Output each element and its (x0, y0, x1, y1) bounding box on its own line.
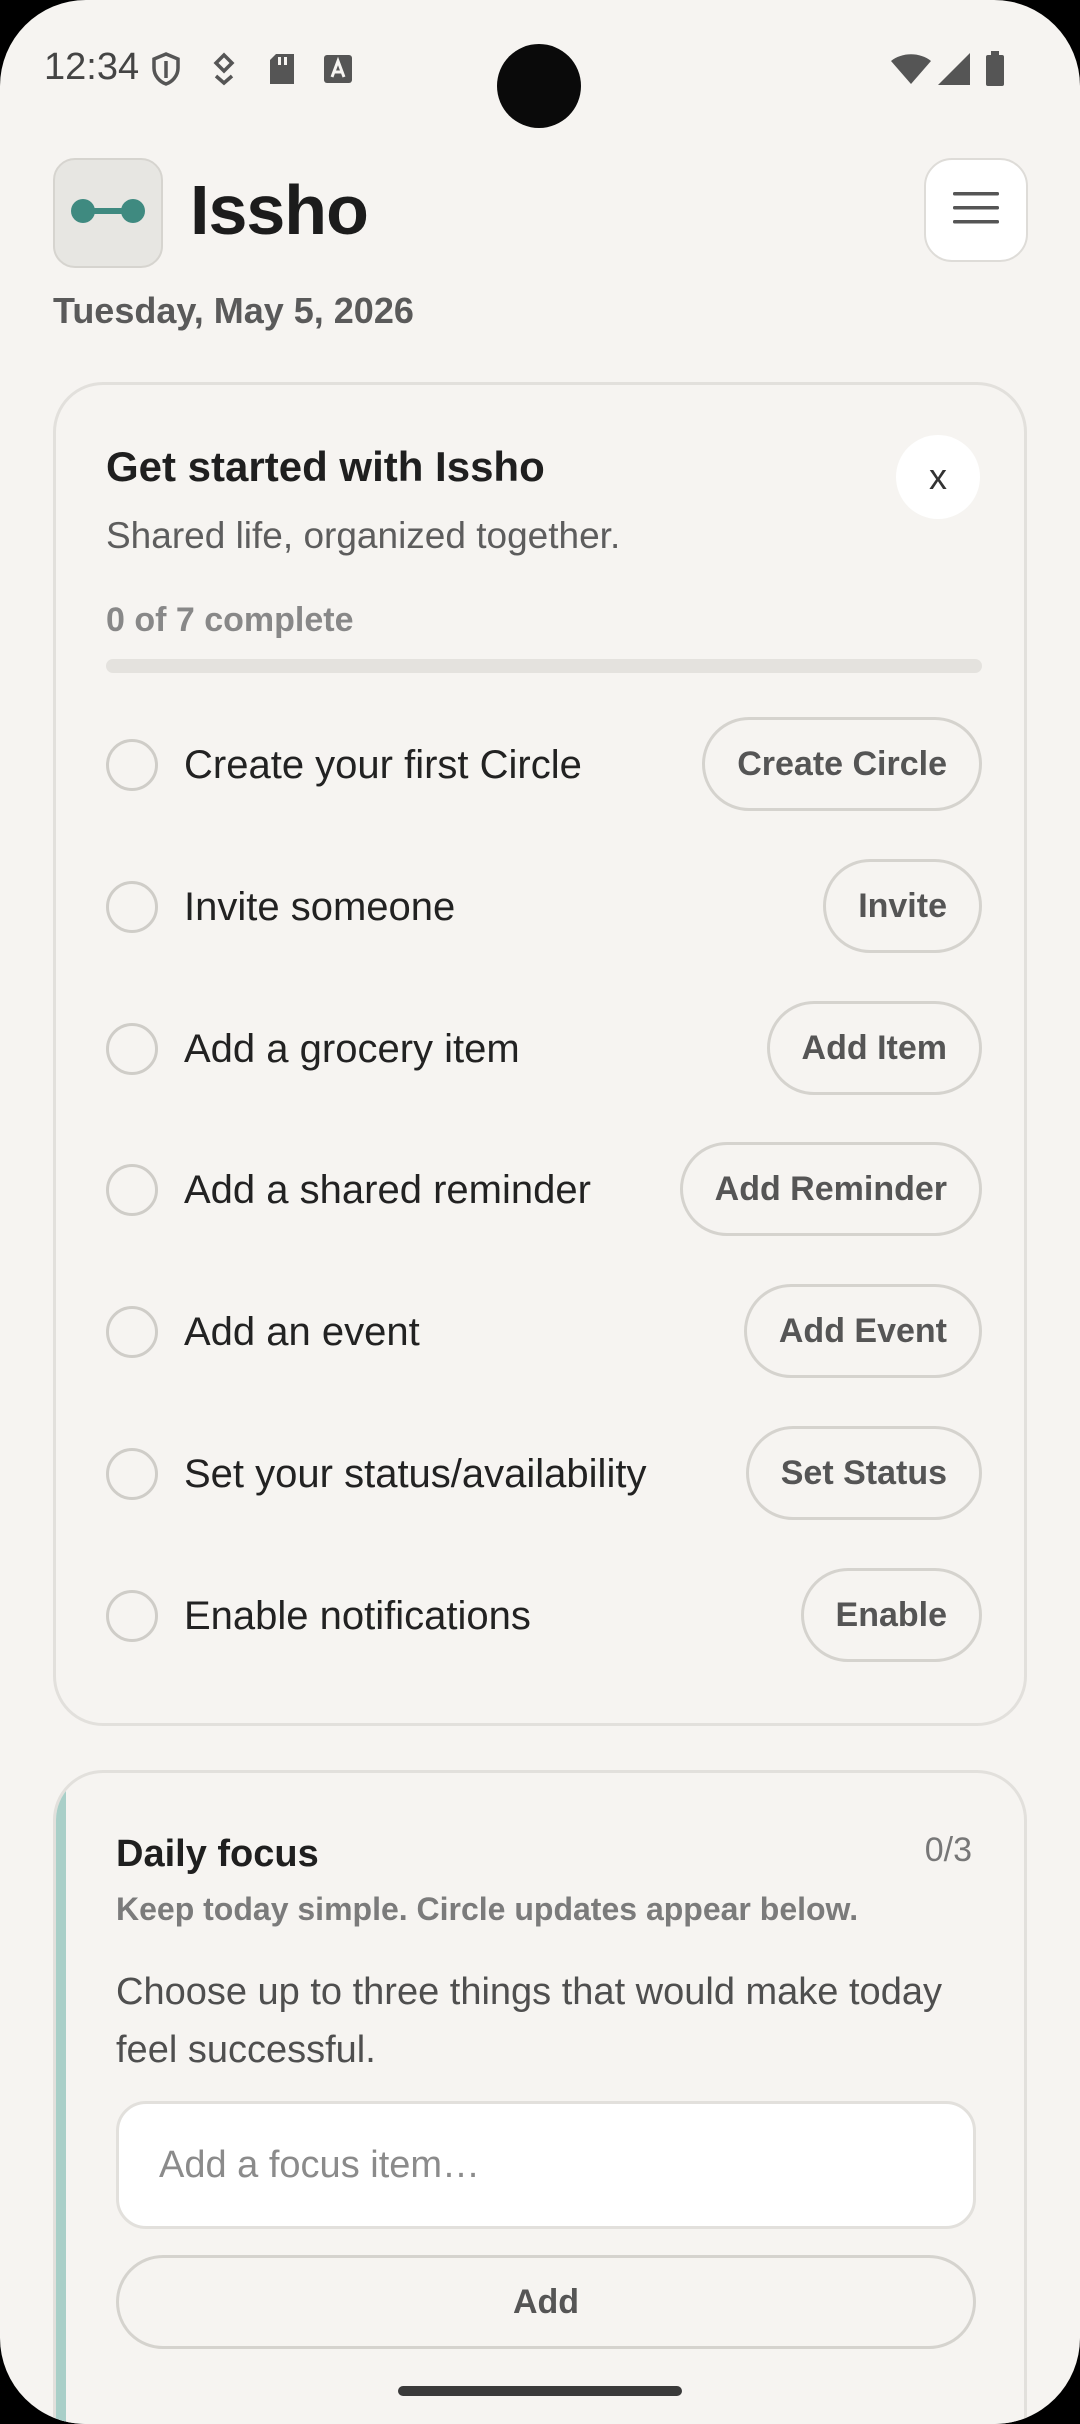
task-status: Set your status/availability Set Status (106, 1426, 982, 1522)
task-label: Add a grocery item (184, 1027, 520, 1071)
enable-notifications-button[interactable]: Enable (800, 1568, 982, 1662)
task-reminder: Add a shared reminder Add Reminder (106, 1142, 982, 1238)
focus-description: Choose up to three things that would mak… (116, 1971, 942, 2071)
focus-count: 0/3 (924, 1831, 972, 1869)
sd-card-icon (264, 50, 300, 88)
focus-item-input[interactable] (116, 2101, 976, 2229)
add-reminder-button[interactable]: Add Reminder (679, 1142, 982, 1236)
add-event-button[interactable]: Add Event (743, 1284, 982, 1378)
task-checkbox[interactable] (106, 739, 158, 791)
app-logo (53, 158, 163, 268)
task-label: Invite someone (184, 885, 456, 929)
task-label: Enable notifications (184, 1594, 531, 1638)
close-onboarding-button[interactable]: x (896, 435, 980, 519)
task-label: Add a shared reminder (184, 1168, 591, 1212)
link-dots-icon (69, 196, 147, 231)
battery-icon (980, 50, 1010, 88)
app-title: Issho (190, 171, 369, 249)
onboarding-card: Get started with Issho Shared life, orga… (53, 382, 1027, 1726)
progress-label: 0 of 7 complete (106, 601, 354, 639)
add-focus-button[interactable]: Add (116, 2255, 976, 2349)
add-item-button[interactable]: Add Item (766, 1001, 982, 1095)
task-grocery: Add a grocery item Add Item (106, 1001, 982, 1097)
set-status-button[interactable]: Set Status (745, 1426, 982, 1520)
progress-bar (106, 659, 982, 673)
task-label: Add an event (184, 1310, 420, 1354)
menu-button[interactable] (924, 158, 1028, 262)
task-checkbox[interactable] (106, 1590, 158, 1642)
home-indicator[interactable] (398, 2386, 682, 2396)
task-checkbox[interactable] (106, 1306, 158, 1358)
task-label: Set your status/availability (184, 1452, 647, 1496)
daily-focus-card: Daily focus 0/3 Keep today simple. Circl… (53, 1770, 1027, 2424)
download-icon (206, 50, 242, 88)
onboarding-title: Get started with Issho (106, 443, 545, 490)
signal-icon (934, 50, 974, 88)
task-checkbox[interactable] (106, 1023, 158, 1075)
task-notifications: Enable notifications Enable (106, 1568, 982, 1664)
task-checkbox[interactable] (106, 1164, 158, 1216)
task-checkbox[interactable] (106, 1448, 158, 1500)
wifi-icon (888, 50, 934, 88)
invite-button[interactable]: Invite (823, 859, 982, 953)
device-screen: 12:34 Issho Tuesday, May 5, 2026 Get sta… (0, 0, 1080, 2424)
create-circle-button[interactable]: Create Circle (702, 717, 982, 811)
status-bar: 12:34 (0, 0, 1080, 140)
focus-accent-bar (56, 1773, 66, 2424)
shield-icon (148, 50, 184, 88)
font-a-icon (320, 50, 356, 88)
hamburger-menu-icon (953, 190, 999, 231)
current-date: Tuesday, May 5, 2026 (53, 290, 414, 331)
focus-title: Daily focus (116, 1833, 319, 1875)
onboarding-subtitle: Shared life, organized together. (106, 515, 621, 556)
task-invite: Invite someone Invite (106, 859, 982, 955)
focus-hint: Keep today simple. Circle updates appear… (116, 1891, 859, 1927)
status-time: 12:34 (44, 46, 140, 88)
task-event: Add an event Add Event (106, 1284, 982, 1380)
task-checkbox[interactable] (106, 881, 158, 933)
task-label: Create your first Circle (184, 743, 582, 787)
task-create-circle: Create your first Circle Create Circle (106, 717, 982, 813)
front-camera (497, 44, 581, 128)
